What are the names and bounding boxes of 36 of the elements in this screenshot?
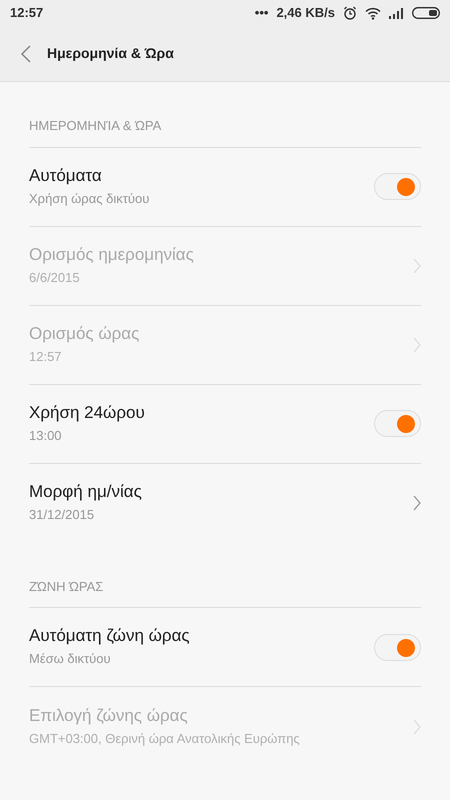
status-dots: ••• (254, 4, 268, 22)
setting-subtitle: Χρήση ώρας δικτύου (29, 190, 150, 208)
status-time: 12:57 (10, 4, 44, 22)
setting-title: Αυτόματη ζώνη ώρας (29, 625, 191, 647)
setting-title: Ορισμός ημερομηνίας (29, 244, 195, 266)
settings-row[interactable]: Μορφή ημ/νίας 31/12/2015 (29, 464, 421, 542)
wifi-icon (365, 6, 381, 20)
setting-subtitle: GMT+03:00, Θερινή ώρα Ανατολικής Ευρώπης (29, 730, 301, 748)
setting-title: Επιλογή ζώνης ώρας (29, 704, 189, 726)
setting-subtitle: Μέσω δικτύου (29, 650, 112, 668)
chevron-icon (413, 258, 421, 274)
setting-subtitle: 12:57 (29, 348, 63, 366)
signal-icon (389, 8, 404, 18)
chevron-icon (413, 718, 421, 734)
setting-title: Μορφή ημ/νίας (29, 481, 143, 503)
back-icon[interactable] (20, 44, 31, 62)
chevron-icon (413, 495, 421, 511)
setting-title: Αυτόματα (29, 164, 103, 186)
section-header: ΗΜΕΡΟΜΗΝΊΑ & ΏΡΑ (29, 82, 421, 148)
settings-row[interactable]: Αυτόματη ζώνη ώρας Μέσω δικτύου (29, 608, 421, 687)
toggle-switch[interactable] (374, 173, 421, 200)
setting-title: Χρήση 24ώρου (29, 402, 146, 424)
toggle-switch[interactable] (374, 410, 421, 437)
chevron-icon (413, 336, 421, 352)
setting-title: Ορισμός ώρας (29, 322, 140, 344)
toggle-switch[interactable] (374, 634, 421, 660)
battery-icon (412, 7, 440, 19)
network-speed: 2,46 KB/s (276, 4, 335, 22)
settings-row[interactable]: Χρήση 24ώρου 13:00 (29, 384, 421, 464)
page-title: Ημερομηνία & Ώρα (47, 44, 174, 63)
setting-subtitle: 13:00 (29, 426, 63, 444)
setting-subtitle: 31/12/2015 (29, 506, 96, 524)
section-header: ΖΏΝΗ ΏΡΑΣ (29, 542, 421, 608)
alarm-icon (343, 6, 357, 20)
setting-subtitle: 6/6/2015 (29, 268, 81, 286)
settings-row[interactable]: Αυτόματα Χρήση ώρας δικτύου (29, 148, 421, 226)
